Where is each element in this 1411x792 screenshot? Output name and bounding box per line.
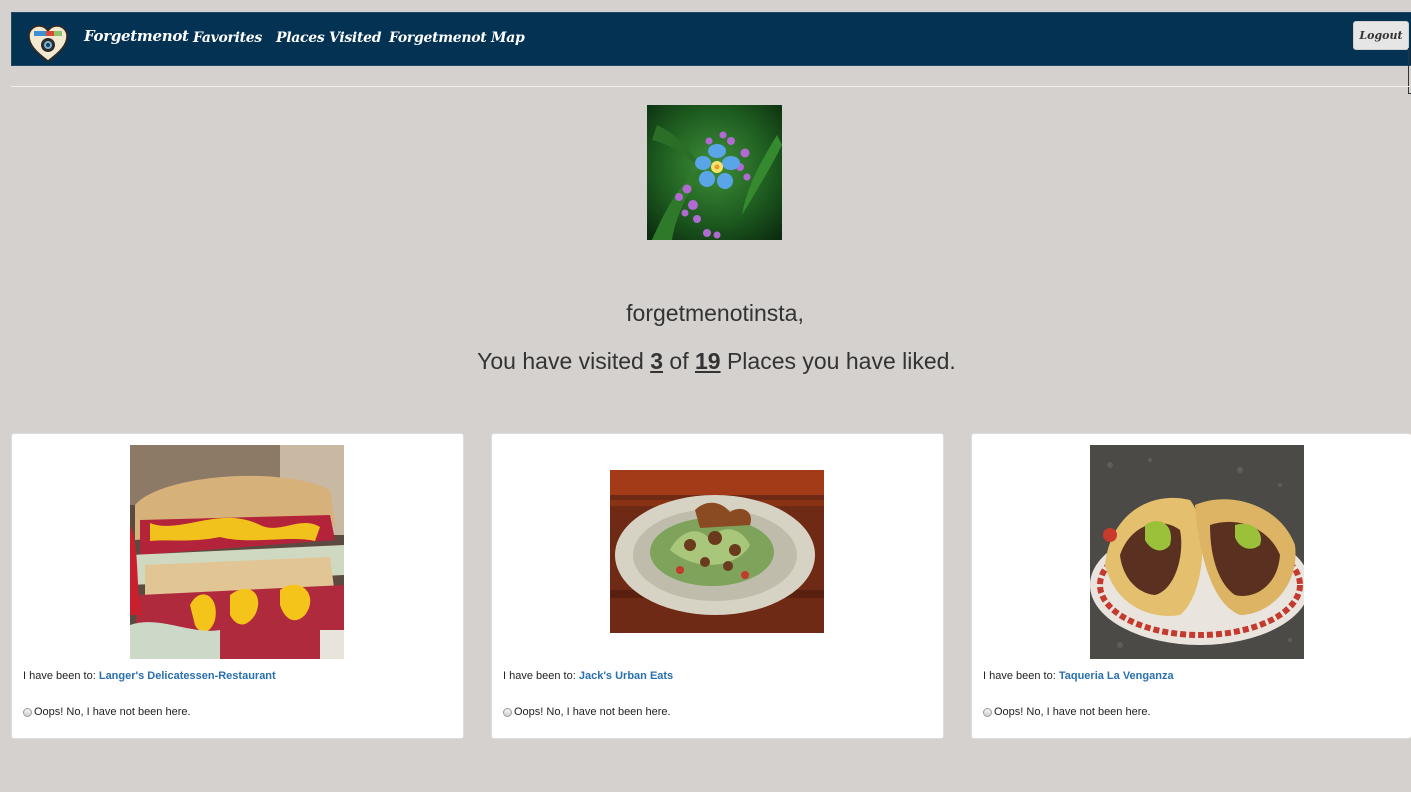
logout-button[interactable]: Logout [1353,21,1409,50]
liked-count: 19 [694,348,721,374]
profile-picture [647,105,782,240]
place-card: I have been to: Langer's Delicatessen-Re… [11,433,464,739]
tacos-photo [1090,445,1304,659]
header-divider [11,86,1411,87]
heart-logo-icon[interactable] [28,25,68,63]
card-caption: I have been to: Jack's Urban Eats [503,670,673,682]
caption-prefix: I have been to: [23,670,96,682]
top-navbar: Forgetmenot Favorites Places Visited For… [11,12,1411,66]
not-visited-radio[interactable] [983,707,992,717]
place-card: I have been to: Jack's Urban Eats Oops! … [491,433,944,739]
summary-suffix: Places you have liked. [726,348,956,374]
card-caption: I have been to: Langer's Delicatessen-Re… [23,670,276,682]
summary-of: of [669,348,689,374]
not-visited-option[interactable]: Oops! No, I have not been here. [23,706,191,718]
place-link[interactable]: Jack's Urban Eats [579,670,673,682]
place-card: I have been to: Taqueria La Venganza Oop… [971,433,1411,739]
brand-name-link[interactable]: Forgetmenot [84,27,189,45]
nav-favorites-link[interactable]: Favorites [193,30,262,46]
place-link[interactable]: Taqueria La Venganza [1059,670,1174,682]
visited-summary: You have visited 3 of 19 Places you have… [0,348,1411,375]
salad-photo [610,470,824,633]
summary-prefix: You have visited [477,348,644,374]
caption-prefix: I have been to: [503,670,576,682]
not-visited-radio[interactable] [503,707,512,717]
username-heading: forgetmenotinsta, [626,300,804,326]
radio-label: Oops! No, I have not been here. [514,706,671,718]
not-visited-option[interactable]: Oops! No, I have not been here. [503,706,671,718]
not-visited-radio[interactable] [23,707,32,717]
radio-label: Oops! No, I have not been here. [994,706,1151,718]
visited-count: 3 [650,348,664,374]
nav-forgetmenot-map-link[interactable]: Forgetmenot Map [389,30,525,46]
radio-label: Oops! No, I have not been here. [34,706,191,718]
sandwich-photo [130,445,344,659]
nav-places-visited-link[interactable]: Places Visited [276,30,382,46]
not-visited-option[interactable]: Oops! No, I have not been here. [983,706,1151,718]
place-link[interactable]: Langer's Delicatessen-Restaurant [99,670,276,682]
card-caption: I have been to: Taqueria La Venganza [983,670,1174,682]
caption-prefix: I have been to: [983,670,1056,682]
